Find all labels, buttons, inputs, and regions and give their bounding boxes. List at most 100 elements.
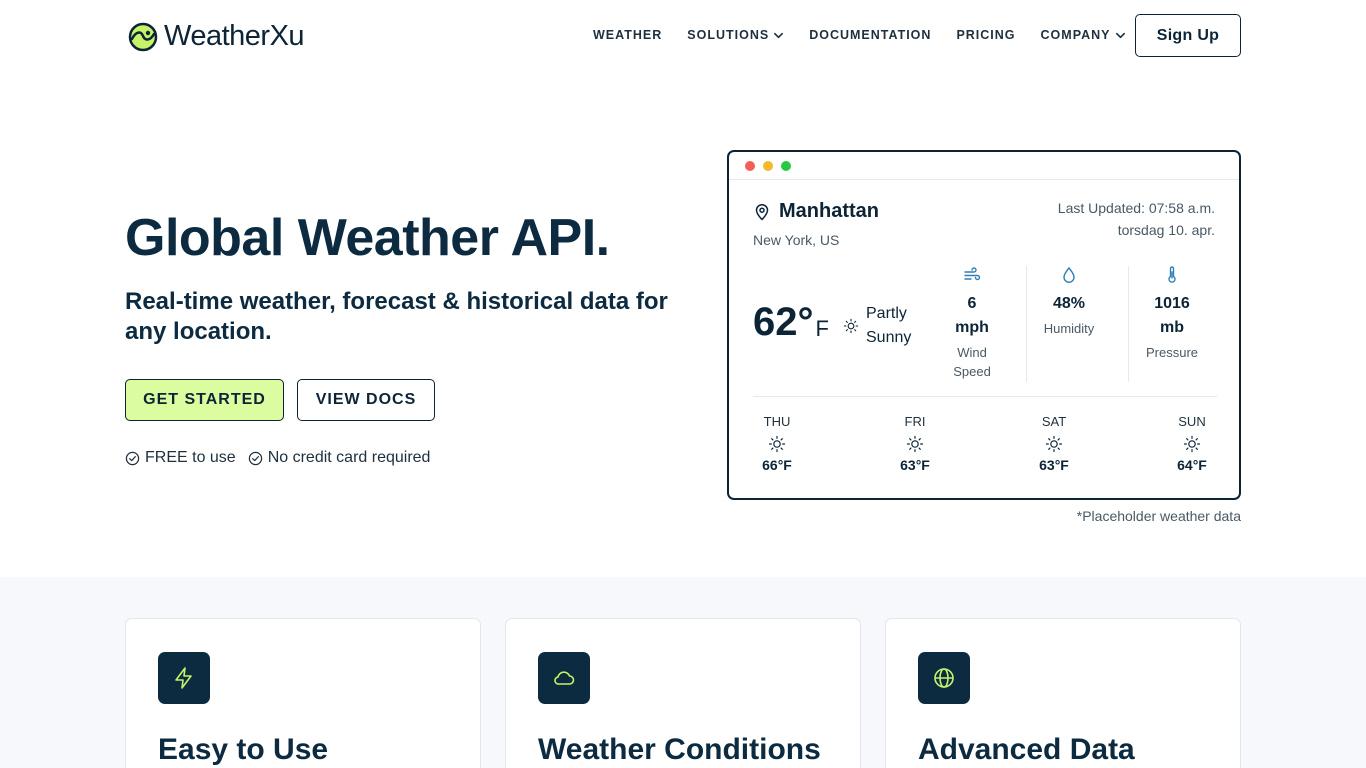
lightning-icon <box>175 667 192 689</box>
feature-icon-tile <box>918 652 970 704</box>
forecast-temp: 66°F <box>762 457 792 473</box>
feature-icon-tile <box>158 652 210 704</box>
forecast-day-name: SAT <box>1041 414 1067 429</box>
location-row: Manhattan <box>753 200 879 223</box>
nav-documentation[interactable]: DOCUMENTATION <box>809 28 931 42</box>
window-maximize-dot <box>781 160 791 171</box>
thermometer-icon <box>1168 266 1176 283</box>
pressure-metric: 1016 mb Pressure <box>1132 266 1212 362</box>
region-name: New York, US <box>753 232 840 248</box>
weatherxu-logo-icon <box>128 22 158 51</box>
check-circle-icon <box>248 451 262 465</box>
pressure-value: 1016 mb <box>1132 292 1212 340</box>
droplet-icon <box>1063 266 1075 283</box>
temperature-value: 62° <box>753 300 814 344</box>
forecast-temp: 64°F <box>1177 457 1207 473</box>
metric-divider <box>1026 266 1027 382</box>
nav-weather-label: WEATHER <box>593 28 663 42</box>
chevron-down-icon <box>1115 32 1125 38</box>
site-header: WeatherXu WEATHER SOLUTIONS DOCUMENTATIO… <box>0 0 1366 72</box>
feature-title: Easy to Use <box>158 733 329 766</box>
map-pin-icon <box>755 203 769 221</box>
nav-company-label: COMPANY <box>1040 28 1111 42</box>
sign-up-button[interactable]: Sign Up <box>1135 14 1241 57</box>
cloud-icon <box>554 671 575 685</box>
last-updated-date: torsdag 10. apr. <box>1117 222 1215 238</box>
wind-unit: mph <box>955 319 989 336</box>
nav-company[interactable]: COMPANY <box>1041 28 1126 42</box>
main-nav: WEATHER SOLUTIONS DOCUMENTATION PRICING … <box>593 28 1151 42</box>
brand-name: WeatherXu <box>164 20 305 52</box>
sun-icon <box>768 435 786 453</box>
current-condition: Partly Sunny <box>843 302 926 350</box>
brand-logo[interactable]: WeatherXu <box>128 20 305 53</box>
wind-metric: 6 mph Wind Speed <box>932 266 1012 381</box>
perks-list: FREE to use No credit card required <box>125 449 442 467</box>
pressure-unit: mb <box>1160 319 1184 336</box>
forecast-day: SUN 64°F <box>1162 414 1222 473</box>
nav-pricing-label: PRICING <box>956 28 1016 42</box>
window-title-bar <box>729 152 1239 180</box>
forecast-day-name: SUN <box>1178 414 1206 429</box>
pressure-label: Pressure <box>1145 345 1199 360</box>
forecast-day-name: FRI <box>904 414 926 429</box>
current-temperature: 62° F <box>753 300 829 344</box>
nav-solutions-label: SOLUTIONS <box>687 28 770 42</box>
check-circle-icon <box>125 451 140 465</box>
city-name: Manhattan <box>779 200 879 222</box>
perk-item: FREE to use <box>125 449 236 467</box>
forecast-day-name: THU <box>763 414 791 429</box>
feature-card-easy-to-use: Easy to Use <box>125 618 481 768</box>
feature-title: Advanced Data <box>918 733 1135 766</box>
temperature-unit: F <box>815 316 829 341</box>
perk-label: FREE to use <box>145 449 236 466</box>
humidity-label: Humidity <box>1043 321 1095 336</box>
placeholder-note: *Placeholder weather data <box>1076 508 1241 524</box>
wind-label: Wind Speed <box>932 343 1012 381</box>
wind-value: 6 mph <box>932 292 1012 340</box>
condition-line: Sunny <box>866 329 912 346</box>
condition-text: Partly Sunny <box>866 302 926 350</box>
window-minimize-dot <box>763 160 773 171</box>
sun-icon <box>843 318 859 334</box>
wind-label-line: Wind <box>957 345 987 360</box>
forecast-temp: 63°F <box>1039 457 1069 473</box>
get-started-button[interactable]: GET STARTED <box>125 379 284 421</box>
last-updated-time: Last Updated: 07:58 a.m. <box>1057 200 1215 216</box>
nav-documentation-label: DOCUMENTATION <box>809 28 932 42</box>
nav-solutions[interactable]: SOLUTIONS <box>687 28 784 42</box>
forecast-day: THU 66°F <box>747 414 807 473</box>
perk-item: No credit card required <box>248 449 431 467</box>
wind-icon <box>964 267 981 281</box>
humidity-value: 48% <box>1052 295 1086 312</box>
condition-line: Partly <box>866 305 907 322</box>
pressure-number: 1016 <box>1154 295 1190 312</box>
wind-number: 6 <box>967 295 977 312</box>
sun-icon <box>1045 435 1063 453</box>
forecast-divider <box>753 396 1217 397</box>
last-updated: Last Updated: 07:58 a.m. torsdag 10. apr… <box>1058 197 1215 241</box>
hero-subtitle: Real-time weather, forecast & historical… <box>125 288 668 345</box>
forecast-temp: 63°F <box>900 457 930 473</box>
nav-pricing[interactable]: PRICING <box>956 28 1015 42</box>
forecast-day: SAT 63°F <box>1024 414 1084 473</box>
forecast-day: FRI 63°F <box>885 414 945 473</box>
feature-icon-tile <box>538 652 590 704</box>
nav-weather[interactable]: WEATHER <box>593 28 662 42</box>
view-docs-button[interactable]: VIEW DOCS <box>297 379 435 421</box>
globe-icon <box>934 668 954 688</box>
wind-label-line: Speed <box>953 364 991 379</box>
feature-title: Weather Conditions <box>538 733 821 766</box>
sun-icon <box>1183 435 1201 453</box>
metric-divider <box>1128 266 1129 382</box>
weather-widget: Manhattan New York, US Last Updated: 07:… <box>727 150 1241 500</box>
perk-label: No credit card required <box>267 449 431 466</box>
feature-card-weather-conditions: Weather Conditions <box>505 618 861 768</box>
hero-title: Global Weather API. <box>125 209 610 267</box>
chevron-down-icon <box>774 32 784 38</box>
sun-icon <box>906 435 924 453</box>
feature-card-advanced-data: Advanced Data <box>885 618 1241 768</box>
window-close-dot <box>745 160 755 171</box>
humidity-metric: 48% Humidity <box>1029 266 1109 338</box>
features-section: Easy to Use Weather Conditions Advanced … <box>0 577 1366 768</box>
